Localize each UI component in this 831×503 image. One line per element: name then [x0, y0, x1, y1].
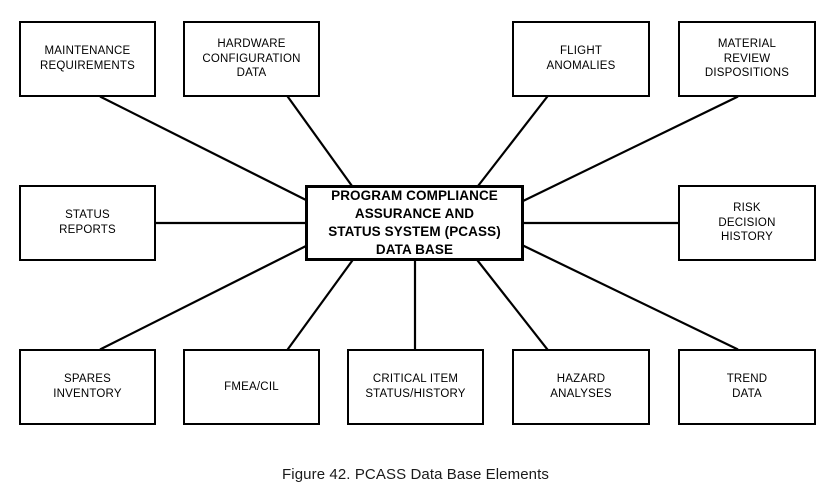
node-label-status-reports: STATUS REPORTS — [59, 209, 116, 236]
node-box-trend-data[interactable]: TREND DATA — [678, 349, 816, 425]
node-label-flight-anomalies: FLIGHT ANOMALIES — [546, 45, 616, 72]
node-label-hardware-configuration-data: HARDWARE CONFIGURATION DATA — [202, 37, 301, 80]
node-box-status-reports[interactable]: STATUS REPORTS — [19, 185, 156, 261]
node-label-maintenance-requirements: MAINTENANCE REQUIREMENTS — [39, 45, 136, 72]
node-box-fmea-cil[interactable]: FMEA/CIL — [183, 349, 320, 425]
connector-flight-anomalies — [476, 95, 549, 188]
center-node-pcass-data-base[interactable]: PROGRAM COMPLIANCE ASSURANCE AND STATUS … — [305, 185, 524, 261]
node-box-flight-anomalies[interactable]: FLIGHT ANOMALIES — [512, 21, 650, 97]
node-label-critical-item-status-history: CRITICAL ITEM STATUS/HISTORY — [365, 373, 466, 400]
node-label-risk-decision-history: RISK DECISION HISTORY — [718, 201, 776, 244]
center-node-label: PROGRAM COMPLIANCE ASSURANCE AND STATUS … — [328, 188, 501, 257]
node-label-material-review-dispositions: MATERIAL REVIEW DISPOSITIONS — [704, 37, 790, 80]
figure-caption: Figure 42. PCASS Data Base Elements — [282, 466, 549, 483]
node-label-spares-inventory: SPARES INVENTORY — [53, 373, 122, 400]
node-box-maintenance-requirements[interactable]: MAINTENANCE REQUIREMENTS — [19, 21, 156, 97]
node-box-material-review-dispositions[interactable]: MATERIAL REVIEW DISPOSITIONS — [678, 21, 816, 97]
node-label-trend-data: TREND DATA — [726, 373, 768, 400]
node-box-hardware-configuration-data[interactable]: HARDWARE CONFIGURATION DATA — [183, 21, 320, 97]
node-box-hazard-analyses[interactable]: HAZARD ANALYSES — [512, 349, 650, 425]
connector-fmea-cil — [286, 259, 354, 351]
pcass-data-base-diagram: PROGRAM COMPLIANCE ASSURANCE AND STATUS … — [0, 0, 831, 503]
node-box-spares-inventory[interactable]: SPARES INVENTORY — [19, 349, 156, 425]
node-label-fmea-cil: FMEA/CIL — [224, 380, 279, 393]
connector-trend-data — [522, 244, 739, 351]
connector-spares-inventory — [99, 244, 308, 351]
node-box-risk-decision-history[interactable]: RISK DECISION HISTORY — [678, 185, 816, 261]
node-label-hazard-analyses: HAZARD ANALYSES — [550, 373, 612, 400]
node-box-critical-item-status-history[interactable]: CRITICAL ITEM STATUS/HISTORY — [347, 349, 484, 425]
connector-hardware-configuration-data — [286, 95, 354, 188]
connector-hazard-analyses — [476, 259, 549, 351]
